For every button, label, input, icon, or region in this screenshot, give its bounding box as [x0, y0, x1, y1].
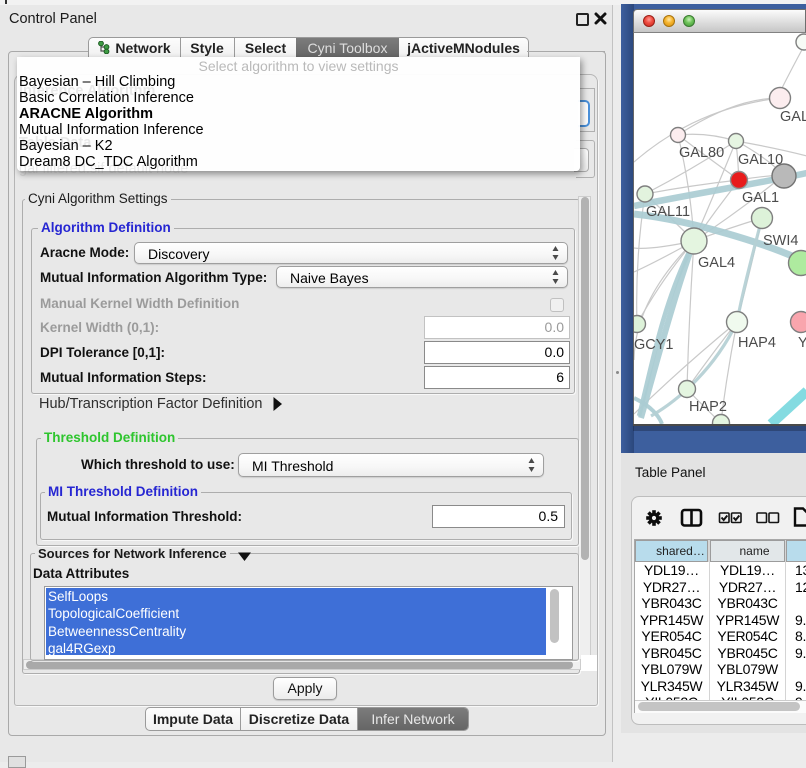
svg-text:GAL80: GAL80 — [679, 145, 724, 161]
svg-text:GCY1: GCY1 — [634, 337, 674, 353]
svg-text:GAL10: GAL10 — [738, 152, 783, 168]
svg-text:GAL1: GAL1 — [742, 190, 779, 206]
svg-text:Y: Y — [798, 335, 806, 351]
svg-text:GAL4: GAL4 — [698, 255, 735, 271]
svg-text:HAP4: HAP4 — [738, 335, 776, 351]
svg-text:SWI4: SWI4 — [763, 233, 798, 249]
svg-text:GAL: GAL — [780, 109, 806, 125]
svg-text:GAL11: GAL11 — [646, 204, 690, 220]
svg-text:HAP2: HAP2 — [689, 399, 727, 415]
